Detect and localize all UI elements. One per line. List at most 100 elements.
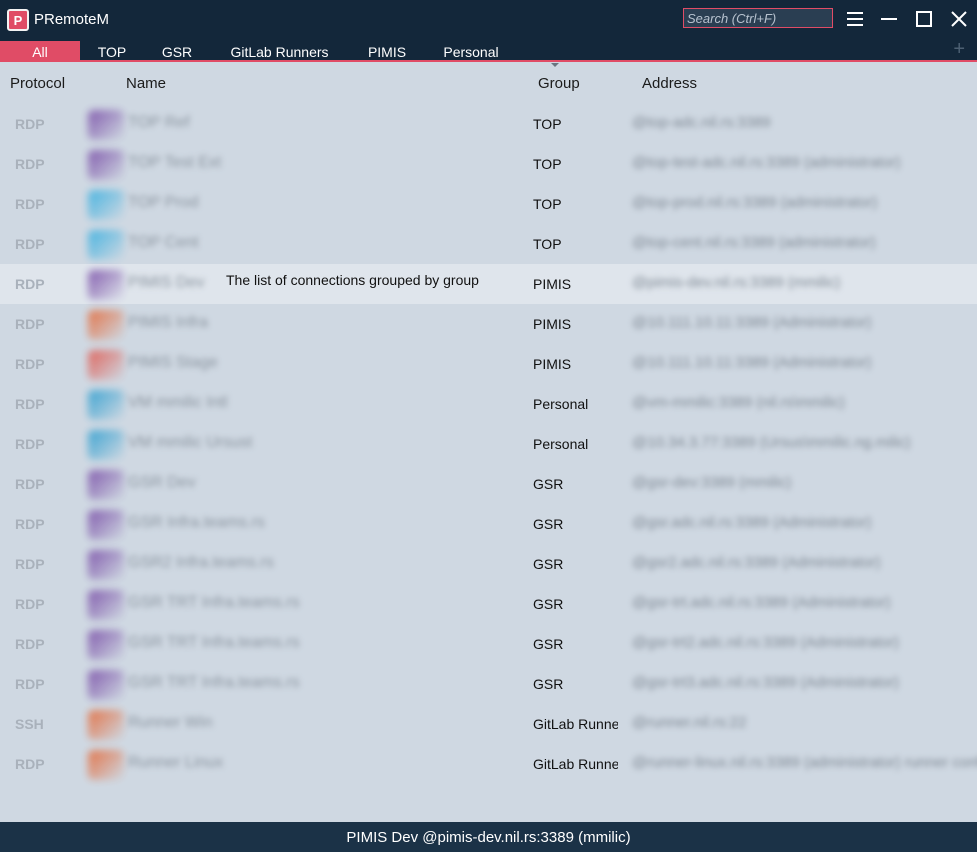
address-cell-redacted: @vm-mmilic:3389 (nil.rs\mmilic) [632,394,845,411]
connection-avatar-icon [88,710,124,740]
connection-avatar-icon [88,470,124,500]
table-row[interactable]: RDP GSR TRT Infra.teams.rs GSR @gsr-trt3.ad… [0,664,977,704]
protocol-cell: RDP [15,596,45,612]
group-cell: PIMIS [533,316,572,332]
protocol-cell: RDP [15,436,45,452]
name-cell-redacted: TOP Test Ext [128,154,222,171]
connection-avatar-icon [88,270,124,300]
table-row[interactable]: RDP PIMIS Dev PIMIS @pimis-dev.nil.rs:3389 … [0,264,977,304]
table-row[interactable]: RDP TOP Prod TOP @top-prod.nil.rs:3389 (adm… [0,184,977,224]
group-cell: PIMIS [533,356,572,372]
table-row[interactable]: RDP GSR Infra.teams.rs GSR @gsr.adc.nil.rs:… [0,504,977,544]
search-input[interactable] [683,8,833,28]
protocol-cell: RDP [15,396,45,412]
close-icon[interactable] [945,6,973,32]
connection-list: RDP TOP Ref TOP @top-adc.nil.rs:3389 RDP TOP … [0,104,977,784]
group-cell: GSR [533,476,564,492]
connection-avatar-icon [88,630,124,660]
address-cell-redacted: @10.34.3.77:3389 (Ursus\mmilic.ng.milic) [632,434,911,451]
address-cell-redacted: @top-adc.nil.rs:3389 [632,114,771,131]
table-row[interactable]: RDP Runner Linux GitLab Runners @runner-lin… [0,744,977,784]
table-row[interactable]: RDP TOP Ref TOP @top-adc.nil.rs:3389 [0,104,977,144]
name-cell-redacted: Runner Linux [128,754,224,771]
name-cell-redacted: GSR TRT Infra.teams.rs [128,594,300,611]
name-cell-redacted: GSR2 Infra.teams.rs [128,554,274,571]
address-cell-redacted: @gsr-trt.adc.nil.rs:3389 (Administrator) [632,594,891,611]
plus-icon[interactable]: + [953,38,965,61]
address-cell-redacted: @gsr-trt3.adc.nil.rs:3389 (Administrator… [632,674,899,691]
table-row[interactable]: SSH Runner Win GitLab Runners @runner.nil.r… [0,704,977,744]
connection-avatar-icon [88,190,124,220]
protocol-cell: RDP [15,356,45,372]
address-cell-redacted: @10.111.10.11:3389 (Administrator) [632,314,872,331]
protocol-cell: RDP [15,236,45,252]
address-cell-redacted: @gsr2.adc.nil.rs:3389 (Administrator) [632,554,881,571]
table-row[interactable]: RDP VM mmilic Intl Personal @vm-mmilic:3389… [0,384,977,424]
connection-avatar-icon [88,390,124,420]
sort-caret-icon [551,63,559,67]
tab-gsr[interactable]: GSR [154,41,200,62]
connection-avatar-icon [88,550,124,580]
tab-personal[interactable]: Personal [437,41,505,62]
tab-gitlab-runners[interactable]: GitLab Runners [222,41,337,62]
minimize-icon[interactable] [875,6,903,32]
column-address[interactable]: Address [642,75,697,92]
table-row[interactable]: RDP TOP Test Ext TOP @top-test-adc.nil.rs:3… [0,144,977,184]
tab-top[interactable]: TOP [88,41,136,62]
protocol-cell: RDP [15,756,45,772]
app-title: PRemoteM [34,11,110,28]
protocol-cell: RDP [15,556,45,572]
title-bar: P PRemoteM [0,0,977,38]
menu-icon[interactable] [841,6,869,32]
tab-bar: All TOP GSR GitLab Runners PIMIS Persona… [0,38,977,62]
name-cell-redacted: GSR TRT Infra.teams.rs [128,674,300,691]
column-protocol[interactable]: Protocol [10,75,65,92]
connection-avatar-icon [88,430,124,460]
protocol-cell: RDP [15,116,45,132]
group-cell: GSR [533,636,564,652]
protocol-cell: RDP [15,316,45,332]
tab-pimis[interactable]: PIMIS [360,41,414,62]
table-row[interactable]: RDP GSR Dev GSR @gsr-dev:3389 (mmilic) [0,464,977,504]
group-cell: Personal [533,396,589,412]
column-name[interactable]: Name [126,75,166,92]
table-row[interactable]: RDP PIMIS Stage PIMIS @10.111.10.11:3389 (A… [0,344,977,384]
name-cell-redacted: TOP Prod [128,194,199,211]
app-logo-icon: P [7,9,29,31]
group-cell: Personal [533,436,589,452]
maximize-icon[interactable] [910,6,938,32]
status-text: PIMIS Dev @pimis-dev.nil.rs:3389 (mmilic… [346,828,631,846]
protocol-cell: RDP [15,196,45,212]
table-row[interactable]: RDP GSR2 Infra.teams.rs GSR @gsr2.adc.nil.r… [0,544,977,584]
group-cell: PIMIS [533,276,572,292]
address-cell-redacted: @runner.nil.rs:22 [632,714,747,731]
tab-all[interactable]: All [0,41,80,62]
protocol-cell: RDP [15,676,45,692]
protocol-cell: RDP [15,516,45,532]
name-cell-redacted: VM mmilic Ursust [128,434,253,451]
address-cell-redacted: @top-test-adc.nil.rs:3389 (administrator… [632,154,901,171]
name-cell-redacted: Runner Win [128,714,213,731]
tooltip: The list of connections grouped by group [226,272,479,288]
connection-avatar-icon [88,150,124,180]
table-row[interactable]: RDP VM mmilic Ursust Personal @10.34.3.77:3… [0,424,977,464]
address-cell-redacted: @top-prod.nil.rs:3389 (administrator) [632,194,878,211]
connection-avatar-icon [88,590,124,620]
address-cell-redacted: @top-cent.nil.rs:3389 (administrator) [632,234,876,251]
group-cell: TOP [533,156,562,172]
group-cell: TOP [533,116,562,132]
group-cell: GitLab Runners [533,716,618,732]
address-cell-redacted: @gsr.adc.nil.rs:3389 (Administrator) [632,514,872,531]
connection-avatar-icon [88,750,124,780]
table-row[interactable]: RDP GSR TRT Infra.teams.rs GSR @gsr-trt2.ad… [0,624,977,664]
table-row[interactable]: RDP TOP Cent TOP @top-cent.nil.rs:3389 (adm… [0,224,977,264]
table-row[interactable]: RDP PIMIS Infra PIMIS @10.111.10.11:3389 (A… [0,304,977,344]
protocol-cell: SSH [15,716,44,732]
name-cell-redacted: PIMIS Stage [128,354,218,371]
connection-avatar-icon [88,230,124,260]
column-group[interactable]: Group [538,75,580,92]
address-cell-redacted: @gsr-dev:3389 (mmilic) [632,474,792,491]
address-cell-redacted: @runner-linux.nil.rs:3389 (administrator… [632,754,977,771]
table-row[interactable]: RDP GSR TRT Infra.teams.rs GSR @gsr-trt.adc… [0,584,977,624]
connection-avatar-icon [88,350,124,380]
